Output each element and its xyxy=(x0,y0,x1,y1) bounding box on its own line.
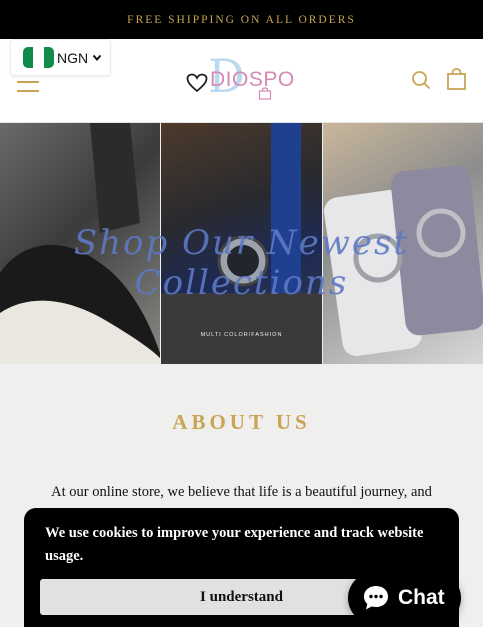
hero-banner[interactable]: MULTI COLOR/FASHION Shop Our Newest Coll… xyxy=(0,123,483,364)
site-header: NGN D DIOSPO xyxy=(0,39,483,123)
hamburger-icon[interactable] xyxy=(17,81,39,93)
bag-icon xyxy=(258,87,272,100)
announcement-text: FREE SHIPPING ON ALL ORDERS xyxy=(127,13,356,26)
hero-overlay-text: Shop Our Newest Collections xyxy=(73,223,410,303)
chat-button[interactable]: Chat xyxy=(348,572,461,624)
currency-code: NGN xyxy=(57,49,89,66)
cookie-message: We use cookies to improve your experienc… xyxy=(45,525,424,564)
chat-bubble-icon xyxy=(364,586,388,610)
chat-label: Chat xyxy=(398,586,445,609)
search-icon[interactable] xyxy=(411,70,431,90)
nigeria-flag-icon xyxy=(23,47,54,68)
panel-caption: MULTI COLOR/FASHION xyxy=(200,332,283,338)
shopping-bag-icon[interactable] xyxy=(447,68,466,90)
heart-icon xyxy=(186,73,208,93)
currency-selector[interactable]: NGN xyxy=(10,39,111,76)
announcement-bar: FREE SHIPPING ON ALL ORDERS xyxy=(0,0,483,39)
about-title: ABOUT US xyxy=(172,410,311,434)
site-logo[interactable]: D DIOSPO xyxy=(186,51,298,105)
chevron-down-icon xyxy=(92,54,102,61)
logo-text: DIOSPO xyxy=(210,68,295,91)
about-text: At our online store, we believe that lif… xyxy=(51,484,432,500)
